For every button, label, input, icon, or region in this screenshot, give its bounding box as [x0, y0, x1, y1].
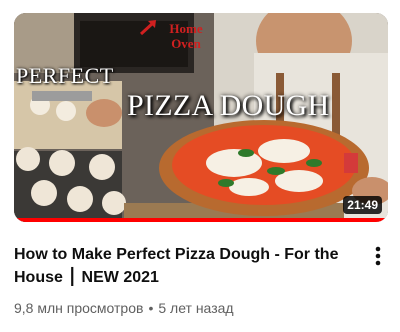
meta-separator: • [148, 300, 154, 316]
upload-age: 5 лет назад [158, 300, 234, 316]
view-count: 9,8 млн просмотров [14, 300, 144, 316]
thumbnail-text-pizza-dough: PIZZA DOUGH [127, 89, 330, 122]
video-metadata: 9,8 млн просмотров • 5 лет назад [14, 300, 234, 316]
vertical-dots-icon [375, 246, 381, 266]
more-options-button[interactable] [364, 242, 392, 270]
thumbnail-text-home-oven: Home Oven [156, 21, 216, 51]
video-card[interactable]: PERFECT PIZZA DOUGH Home Oven 21:49 How … [0, 0, 400, 332]
video-thumbnail[interactable]: PERFECT PIZZA DOUGH Home Oven 21:49 [14, 13, 388, 222]
duration-badge: 21:49 [343, 196, 382, 214]
oven-label: Oven [171, 36, 201, 51]
home-label: Home [169, 21, 203, 36]
watch-progress-fill [14, 218, 388, 222]
thumbnail-text-perfect: PERFECT [16, 63, 114, 88]
video-title[interactable]: How to Make Perfect Pizza Dough - For th… [14, 243, 354, 289]
watch-progress-bar [14, 218, 388, 222]
